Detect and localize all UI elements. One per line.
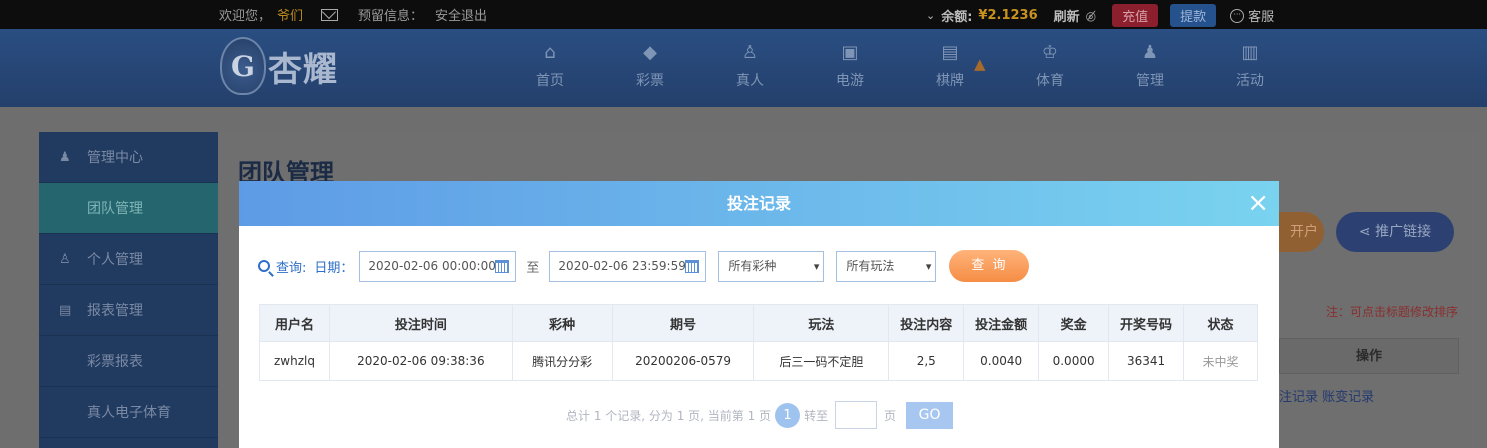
pagination: 总计 1 个记录, 分为 1 页, 当前第 1 页 1 转至 页 GO — [566, 401, 954, 429]
column-header[interactable]: 玩法 — [753, 304, 890, 342]
bet-records-table: 用户名 投注时间 彩种 期号 玩法 投注内容 投注金额 奖金 开奖号码 状态 z… — [259, 304, 1258, 381]
sidebar-item-management-center[interactable]: ♟ 管理中心 — [39, 132, 218, 183]
mail-icon[interactable] — [321, 8, 339, 21]
column-header[interactable]: 状态 — [1183, 304, 1258, 342]
sidebar: ♟ 管理中心 团队管理 ♙ 个人管理 ▤ 报表管理 彩票报表 真人电子体育 — [39, 132, 218, 448]
to-label: 至 — [526, 260, 540, 276]
column-header[interactable]: 用户名 — [259, 304, 330, 342]
sidebar-item-team-management[interactable]: 团队管理 — [39, 183, 218, 234]
sidebar-item-personal-management[interactable]: ♙ 个人管理 — [39, 234, 218, 285]
gift-icon: ▥ — [1241, 42, 1259, 63]
reserved-info: 预留信息： — [358, 9, 424, 24]
column-header[interactable]: 奖金 — [1038, 304, 1110, 342]
goto-label: 转至 — [804, 408, 829, 423]
query-label: 查询: — [258, 257, 306, 276]
logout-link[interactable]: 安全退出 — [435, 5, 487, 24]
username[interactable]: 爷们 — [277, 5, 303, 24]
cell-amount: 0.0040 — [963, 341, 1040, 381]
recharge-button[interactable]: 充值 — [1112, 4, 1159, 27]
nav-sports[interactable]: ♔ 体育 — [1000, 29, 1100, 107]
search-icon — [258, 260, 270, 272]
filter-bar: 查询: 日期： 2020-02-06 00:00:00 至 2020-02-06… — [258, 250, 1030, 282]
cell-prize: 0.0000 — [1038, 341, 1110, 381]
cell-content: 2,5 — [888, 341, 965, 381]
operation-links[interactable]: 注记录 账变记录 — [1279, 386, 1374, 405]
page-input[interactable] — [835, 401, 878, 429]
nav-manage[interactable]: ♟ 管理 — [1100, 29, 1200, 107]
main-nav: ⌂ 首页 ◆ 彩票 ♙ 真人 ▣ 电游 ▤ 棋牌 ♔ 体育 ♟ 管理 ▥ 活动 — [500, 29, 1300, 107]
sidebar-item-lottery-report[interactable]: 彩票报表 — [39, 336, 218, 387]
operation-header: 操作 — [1279, 338, 1459, 374]
nav-slots[interactable]: ▣ 电游 — [800, 29, 900, 107]
table-row[interactable]: zwhzlq 2020-02-06 09:38:36 腾讯分分彩 2020020… — [259, 341, 1258, 381]
cell-bet-time: 2020-02-06 09:38:36 — [328, 341, 513, 381]
sort-note: 注：可点击标题修改排序 — [1326, 305, 1459, 319]
cell-lottery: 腾讯分分彩 — [511, 341, 613, 381]
query-button[interactable]: 查 询 — [949, 250, 1030, 282]
chevron-down-icon[interactable]: ⌄ — [926, 9, 935, 22]
report-icon: ▤ — [59, 302, 72, 318]
person-icon: ♙ — [59, 251, 71, 267]
nav-events[interactable]: ▥ 活动 — [1200, 29, 1300, 107]
cell-play: 后三一码不定胆 — [753, 341, 890, 381]
promo-link-button[interactable]: ⋖ 推广链接 — [1336, 212, 1454, 252]
home-icon: ⌂ — [544, 42, 556, 63]
balance-label: 余额: — [941, 10, 973, 25]
users-icon: ♟ — [59, 149, 71, 165]
chat-icon: ··· — [1230, 8, 1245, 23]
logo[interactable]: G 杏耀 — [220, 37, 338, 95]
withdraw-button[interactable]: 提款 — [1170, 4, 1217, 27]
cell-username: zwhzlq — [259, 341, 330, 381]
calendar-icon[interactable] — [685, 259, 700, 273]
page-number-current[interactable]: 1 — [775, 402, 801, 428]
slot-icon: ▣ — [841, 42, 859, 63]
welcome-text: 欢迎您， — [219, 9, 272, 24]
nav-lottery[interactable]: ◆ 彩票 — [600, 29, 700, 107]
balance-value: ¥2.1236 — [978, 8, 1038, 23]
close-icon[interactable]: × — [1247, 181, 1269, 226]
modal-header: 投注记录 × — [239, 181, 1279, 226]
column-header[interactable]: 彩种 — [511, 304, 613, 342]
refresh-button[interactable]: 刷新 — [1054, 6, 1080, 25]
users-icon: ♟ — [1141, 42, 1159, 63]
person-icon: ♙ — [741, 42, 759, 63]
sidebar-item-report-management[interactable]: ▤ 报表管理 — [39, 285, 218, 336]
column-header[interactable]: 期号 — [611, 304, 755, 342]
column-header[interactable]: 投注时间 — [328, 304, 513, 342]
logo-badge-icon: G — [220, 37, 266, 95]
hot-flame-icon: ▲ — [974, 55, 986, 73]
main-header: G 杏耀 ⌂ 首页 ◆ 彩票 ♙ 真人 ▣ 电游 ▤ 棋牌 ♔ 体育 ♟ 管理 ▥ 活动 ▲ — [0, 29, 1487, 107]
column-header[interactable]: 投注金额 — [963, 304, 1040, 342]
ticket-icon: ◆ — [643, 42, 657, 63]
top-bar: 欢迎您， 爷们 预留信息： 安全退出 ⌄ 余额: ¥2.1236 刷新 ◎̸ 充值… — [0, 0, 1487, 29]
column-header[interactable]: 开奖号码 — [1108, 304, 1185, 342]
lottery-type-select[interactable]: 所有彩种 — [718, 250, 825, 282]
go-button[interactable]: GO — [906, 401, 954, 429]
calendar-icon[interactable] — [495, 259, 510, 273]
page-unit-label: 页 — [884, 408, 897, 423]
bet-records-modal: 投注记录 × 查询: 日期： 2020-02-06 00:00:00 至 202… — [239, 181, 1279, 448]
logo-text: 杏耀 — [268, 49, 338, 90]
modal-title: 投注记录 — [726, 194, 791, 213]
pager-summary: 总计 1 个记录, 分为 1 页, 当前第 1 页 — [566, 408, 772, 423]
customer-service-button[interactable]: ··· 客服 — [1230, 6, 1274, 25]
play-type-select[interactable]: 所有玩法 — [836, 250, 937, 282]
cell-issue: 20200206-0579 — [611, 341, 755, 381]
cell-draw-number: 36341 — [1108, 341, 1185, 381]
eye-hidden-icon[interactable]: ◎̸ — [1086, 9, 1096, 23]
table-header-row: 用户名 投注时间 彩种 期号 玩法 投注内容 投注金额 奖金 开奖号码 状态 — [259, 304, 1258, 342]
end-date-input[interactable]: 2020-02-06 23:59:59 — [549, 250, 707, 282]
trophy-icon: ♔ — [1041, 42, 1059, 63]
column-header[interactable]: 投注内容 — [888, 304, 965, 342]
customer-service-label: 客服 — [1248, 10, 1275, 25]
share-icon: ⋖ — [1358, 224, 1376, 240]
nav-home[interactable]: ⌂ 首页 — [500, 29, 600, 107]
sidebar-item-live-sports[interactable]: 真人电子体育 — [39, 387, 218, 438]
date-label: 日期： — [314, 260, 354, 276]
start-date-input[interactable]: 2020-02-06 00:00:00 — [359, 250, 517, 282]
cell-status: 未中奖 — [1183, 341, 1258, 381]
nav-live[interactable]: ♙ 真人 — [700, 29, 800, 107]
